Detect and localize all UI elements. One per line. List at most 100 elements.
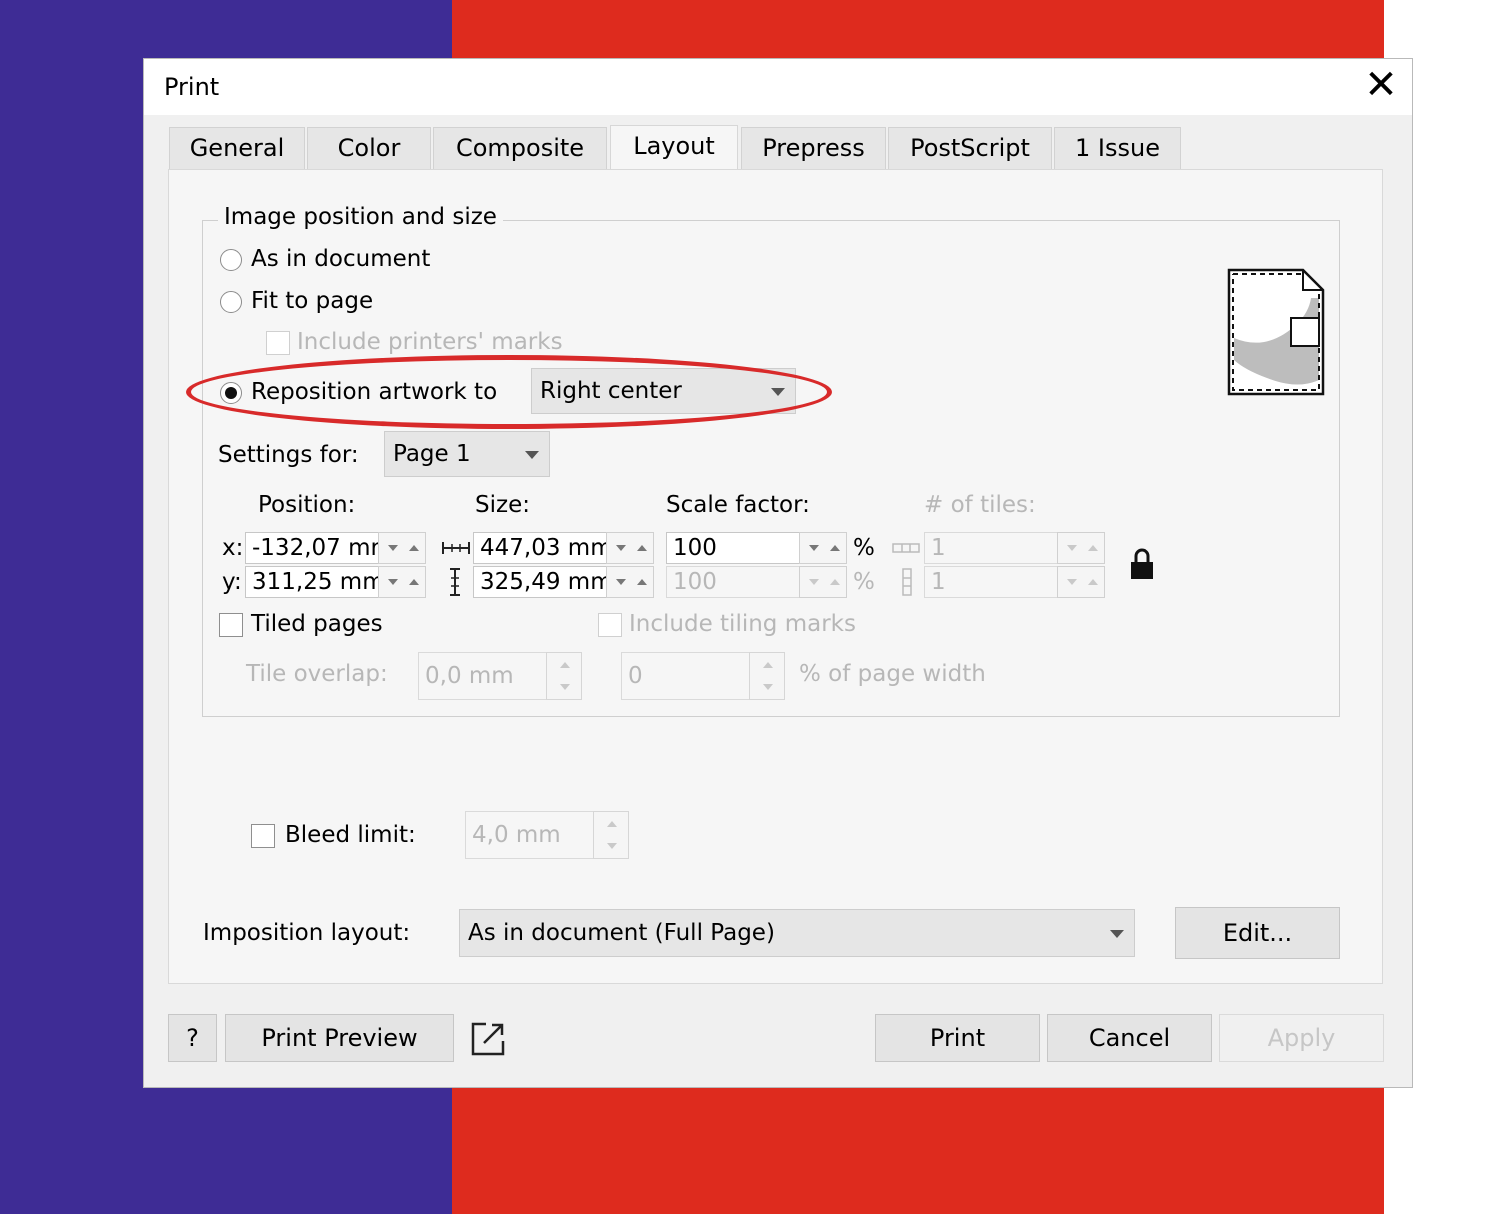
spin-down-icon[interactable] — [388, 545, 398, 551]
tab-prepress[interactable]: Prepress — [741, 127, 886, 169]
spin-down-icon[interactable] — [809, 579, 819, 585]
print-preview-button[interactable]: Print Preview — [225, 1014, 454, 1062]
position-x-spinner[interactable] — [378, 532, 426, 564]
bleed-limit-label[interactable]: Bleed limit: — [285, 822, 416, 848]
width-icon — [442, 542, 470, 554]
spin-down-icon[interactable] — [1067, 545, 1077, 551]
size-height-spinner[interactable] — [606, 566, 654, 598]
tile-overlap-percent-input[interactable]: 0 — [621, 652, 750, 700]
dialog-title: Print — [164, 73, 220, 101]
spin-up-icon[interactable] — [1088, 545, 1098, 551]
imposition-layout-value: As in document (Full Page) — [468, 920, 775, 946]
include-tiling-marks-label: Include tiling marks — [629, 611, 856, 637]
spin-down-icon[interactable] — [607, 843, 617, 849]
tile-overlap-percent-spinner[interactable] — [749, 652, 785, 700]
tile-overlap-spinner[interactable] — [546, 652, 582, 700]
title-bar: Print ✕ — [144, 59, 1412, 115]
size-width-input[interactable]: 447,03 mm — [473, 532, 607, 564]
x-label: x: — [222, 535, 244, 561]
position-x-input[interactable]: -132,07 mr — [245, 532, 379, 564]
open-external-icon[interactable] — [470, 1021, 506, 1057]
reposition-dropdown[interactable]: Right center — [531, 368, 796, 414]
tile-overlap-label: Tile overlap: — [246, 661, 388, 687]
position-y-spinner[interactable] — [378, 566, 426, 598]
fit-to-page-radio[interactable] — [220, 291, 242, 313]
tiled-pages-label[interactable]: Tiled pages — [251, 611, 383, 637]
tiles-y-spinner[interactable] — [1057, 566, 1105, 598]
spin-down-icon[interactable] — [388, 579, 398, 585]
y-label: y: — [222, 569, 242, 595]
tiled-pages-checkbox[interactable] — [219, 613, 243, 637]
settings-for-dropdown[interactable]: Page 1 — [384, 431, 550, 477]
scale-y-unit: % — [853, 569, 875, 595]
spin-up-icon[interactable] — [763, 662, 773, 668]
scale-factor-header: Scale factor: — [666, 492, 810, 518]
chevron-down-icon — [525, 451, 539, 459]
tiles-horizontal-icon — [892, 543, 920, 553]
tab-issues[interactable]: 1 Issue — [1054, 127, 1181, 169]
spin-down-icon[interactable] — [616, 545, 626, 551]
tiles-vertical-icon — [902, 568, 912, 596]
spin-up-icon[interactable] — [637, 579, 647, 585]
spin-down-icon[interactable] — [1067, 579, 1077, 585]
tiles-y-input[interactable]: 1 — [924, 566, 1058, 598]
spin-up-icon[interactable] — [607, 821, 617, 827]
as-in-document-label[interactable]: As in document — [251, 246, 430, 272]
size-height-input[interactable]: 325,49 mm — [473, 566, 607, 598]
spin-up-icon[interactable] — [409, 579, 419, 585]
close-icon[interactable]: ✕ — [1359, 63, 1403, 107]
chevron-down-icon — [1110, 930, 1124, 938]
fit-to-page-label[interactable]: Fit to page — [251, 288, 373, 314]
scale-x-spinner[interactable] — [799, 532, 847, 564]
tab-layout[interactable]: Layout — [610, 125, 738, 171]
spin-up-icon[interactable] — [560, 662, 570, 668]
bleed-limit-spinner[interactable] — [593, 811, 629, 859]
spin-up-icon[interactable] — [637, 545, 647, 551]
spin-up-icon[interactable] — [1088, 579, 1098, 585]
print-button[interactable]: Print — [875, 1014, 1040, 1062]
percent-of-page-width-label: % of page width — [799, 661, 986, 687]
lock-icon[interactable] — [1128, 546, 1156, 582]
position-y-input[interactable]: 311,25 mm — [245, 566, 379, 598]
spin-down-icon[interactable] — [560, 684, 570, 690]
size-width-spinner[interactable] — [606, 532, 654, 564]
scale-x-input[interactable]: 100 — [666, 532, 800, 564]
spin-up-icon[interactable] — [830, 579, 840, 585]
spin-down-icon[interactable] — [763, 684, 773, 690]
layout-panel: Image position and size As in document F… — [168, 169, 1383, 984]
reposition-artwork-radio[interactable] — [220, 382, 242, 404]
cancel-button[interactable]: Cancel — [1047, 1014, 1212, 1062]
spin-up-icon[interactable] — [409, 545, 419, 551]
spin-down-icon[interactable] — [616, 579, 626, 585]
tab-composite[interactable]: Composite — [433, 127, 607, 169]
edit-button[interactable]: Edit... — [1175, 907, 1340, 959]
imposition-layout-dropdown[interactable]: As in document (Full Page) — [459, 909, 1135, 957]
include-tiling-marks-checkbox[interactable] — [598, 613, 622, 637]
image-position-group: Image position and size As in document F… — [202, 204, 1340, 717]
tab-postscript[interactable]: PostScript — [888, 127, 1052, 169]
reposition-value: Right center — [540, 378, 682, 404]
height-icon — [450, 568, 460, 596]
print-dialog: Print ✕ General Color Composite Layout P… — [143, 58, 1413, 1088]
include-printers-marks-label: Include printers' marks — [297, 329, 563, 355]
tiles-header: # of tiles: — [924, 492, 1036, 518]
tiles-x-spinner[interactable] — [1057, 532, 1105, 564]
bleed-limit-checkbox[interactable] — [251, 824, 275, 848]
tile-overlap-input[interactable]: 0,0 mm — [418, 652, 547, 700]
tiles-x-input[interactable]: 1 — [924, 532, 1058, 564]
apply-button[interactable]: Apply — [1219, 1014, 1384, 1062]
imposition-layout-label: Imposition layout: — [203, 920, 411, 946]
bleed-limit-input[interactable]: 4,0 mm — [465, 811, 594, 859]
position-header: Position: — [258, 492, 356, 518]
include-printers-marks-checkbox[interactable] — [266, 331, 290, 355]
tab-color[interactable]: Color — [307, 127, 431, 169]
reposition-artwork-label[interactable]: Reposition artwork to — [251, 379, 497, 405]
as-in-document-radio[interactable] — [220, 249, 242, 271]
help-button[interactable]: ? — [168, 1014, 217, 1062]
scale-y-spinner[interactable] — [799, 566, 847, 598]
spin-up-icon[interactable] — [830, 545, 840, 551]
tab-general[interactable]: General — [169, 127, 305, 169]
scale-x-unit: % — [853, 535, 875, 561]
spin-down-icon[interactable] — [809, 545, 819, 551]
scale-y-input[interactable]: 100 — [666, 566, 800, 598]
